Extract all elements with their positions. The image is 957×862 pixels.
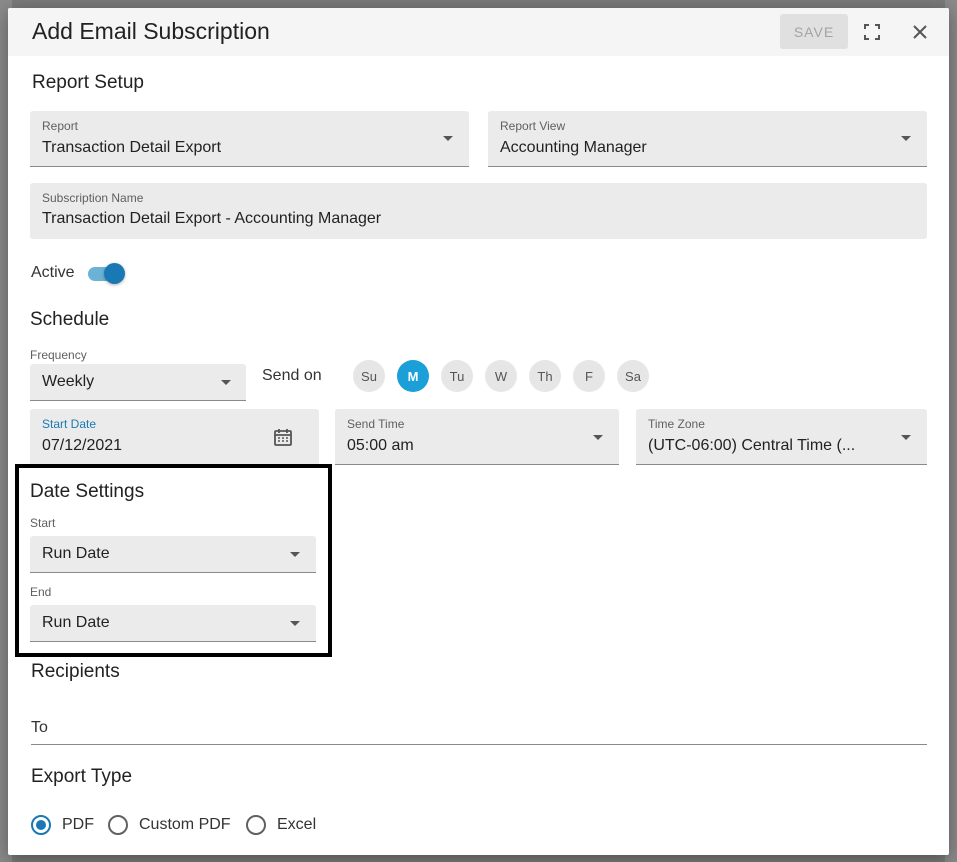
frequency-value: Weekly [42, 373, 95, 390]
chevron-down-icon [221, 380, 231, 385]
chevron-down-icon [901, 136, 911, 141]
close-icon[interactable] [908, 20, 932, 44]
chevron-down-icon [290, 621, 300, 626]
subscription-name-label: Subscription Name [42, 191, 144, 205]
send-time-select[interactable]: Send Time 05:00 am [335, 409, 619, 465]
report-view-label: Report View [500, 119, 566, 133]
export-custom-pdf-radio[interactable] [108, 815, 128, 835]
day-chip-m[interactable]: M [397, 360, 429, 392]
chevron-down-icon [443, 136, 453, 141]
start-date-label: Start Date [42, 417, 97, 431]
start-date-value: 07/12/2021 [42, 437, 123, 454]
subscription-name-field[interactable]: Subscription Name Transaction Detail Exp… [30, 183, 927, 239]
dialog-title: Add Email Subscription [32, 18, 270, 44]
export-pdf-label: PDF [62, 816, 94, 833]
date-end-value: Run Date [42, 614, 110, 631]
save-button[interactable]: SAVE [780, 14, 848, 49]
day-chip-f[interactable]: F [573, 360, 605, 392]
send-on-label: Send on [262, 367, 322, 384]
recipients-to-field[interactable]: To [31, 714, 927, 745]
subscription-name-value: Transaction Detail Export - Accounting M… [42, 210, 382, 227]
add-email-subscription-dialog: Add Email Subscription SAVE Report Setup… [8, 8, 949, 855]
frequency-label: Frequency [30, 348, 87, 362]
dialog-header: Add Email Subscription SAVE [8, 8, 949, 56]
export-pdf-radio[interactable] [31, 815, 51, 835]
report-label: Report [42, 119, 79, 133]
time-zone-select[interactable]: Time Zone (UTC-06:00) Central Time (... [636, 409, 927, 465]
report-select[interactable]: Report Transaction Detail Export [30, 111, 469, 167]
date-settings-title: Date Settings [30, 481, 145, 502]
time-zone-label: Time Zone [648, 417, 705, 431]
active-toggle-thumb[interactable] [104, 263, 125, 284]
send-time-value: 05:00 am [347, 437, 414, 454]
export-custom-pdf-label: Custom PDF [139, 816, 231, 833]
frequency-select[interactable]: Weekly [30, 364, 246, 401]
chevron-down-icon [901, 435, 911, 440]
time-zone-value: (UTC-06:00) Central Time (... [648, 437, 856, 454]
report-setup-title: Report Setup [32, 72, 144, 93]
day-chip-w[interactable]: W [485, 360, 517, 392]
calendar-icon[interactable] [273, 427, 293, 452]
day-chip-su[interactable]: Su [353, 360, 385, 392]
export-excel-label: Excel [277, 816, 317, 833]
export-excel-radio[interactable] [246, 815, 266, 835]
date-start-value: Run Date [42, 545, 110, 562]
date-start-select[interactable]: Run Date [30, 536, 316, 573]
start-date-field[interactable]: Start Date 07/12/2021 [30, 409, 319, 465]
report-value: Transaction Detail Export [42, 139, 222, 156]
schedule-title: Schedule [30, 309, 110, 330]
date-end-label: End [30, 585, 52, 599]
report-view-select[interactable]: Report View Accounting Manager [488, 111, 927, 167]
day-chip-tu[interactable]: Tu [441, 360, 473, 392]
chevron-down-icon [290, 552, 300, 557]
to-label: To [31, 719, 48, 736]
recipients-title: Recipients [31, 661, 120, 682]
day-chip-sa[interactable]: Sa [617, 360, 649, 392]
report-view-value: Accounting Manager [500, 139, 647, 156]
chevron-down-icon [593, 435, 603, 440]
date-start-label: Start [30, 516, 56, 530]
send-time-label: Send Time [347, 417, 405, 431]
export-type-title: Export Type [31, 766, 133, 787]
active-label: Active [31, 264, 75, 281]
fullscreen-icon[interactable] [860, 20, 884, 44]
date-end-select[interactable]: Run Date [30, 605, 316, 642]
day-chip-th[interactable]: Th [529, 360, 561, 392]
